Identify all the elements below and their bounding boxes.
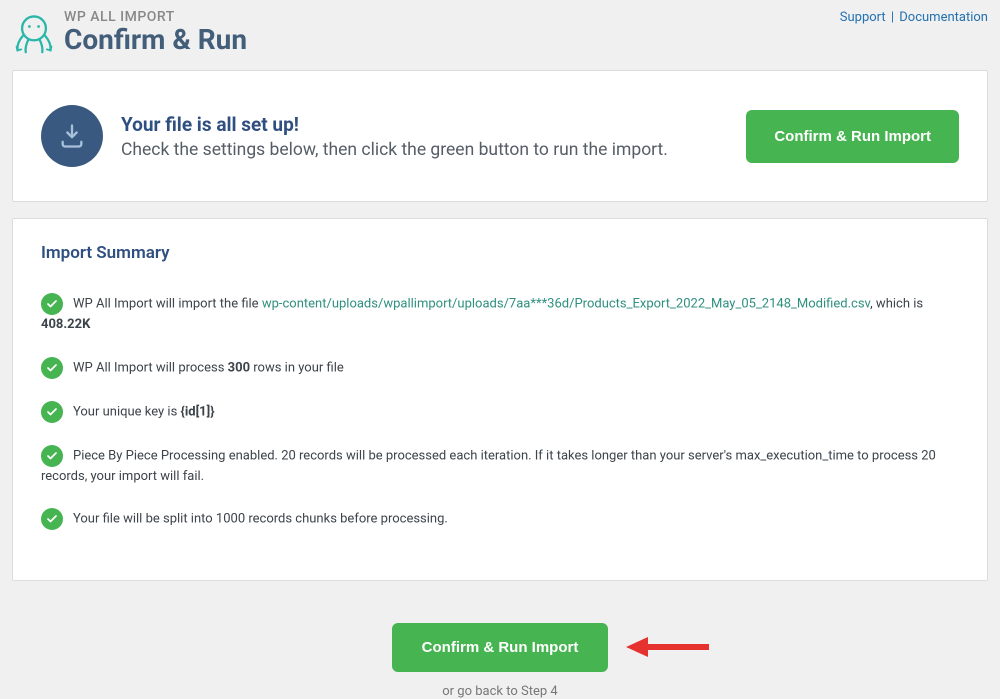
- hero-text: Your file is all set up! Check the setti…: [121, 113, 668, 160]
- hero-subtitle: Check the settings below, then click the…: [121, 140, 668, 160]
- summary-item-rows: WP All Import will process 300 rows in y…: [41, 357, 959, 379]
- annotation-arrow-icon: [624, 627, 714, 667]
- row-count: 300: [228, 360, 250, 375]
- summary-rows-text: WP All Import will process 300 rows in y…: [73, 360, 344, 375]
- link-separator: |: [886, 10, 900, 25]
- summary-key-text: Your unique key is {id[1]}: [73, 404, 215, 419]
- check-icon: [41, 293, 63, 315]
- check-icon: [41, 401, 63, 423]
- support-link[interactable]: Support: [840, 10, 886, 25]
- back-prefix: or go back to: [442, 684, 521, 699]
- summary-piece-text: Piece By Piece Processing enabled. 20 re…: [41, 448, 936, 484]
- summary-item-file: WP All Import will import the file wp-co…: [41, 293, 959, 335]
- check-icon: [41, 357, 63, 379]
- back-link-row: or go back to Step 4: [12, 684, 988, 699]
- page-header: WP ALL IMPORT Confirm & Run Support | Do…: [12, 10, 988, 54]
- file-path: wp-content/uploads/wpallimport/uploads/7…: [262, 296, 870, 311]
- wpallimport-logo-icon: [12, 10, 56, 54]
- brand: WP ALL IMPORT Confirm & Run: [12, 10, 247, 54]
- check-icon: [41, 508, 63, 530]
- summary-item-chunks: Your file will be split into 1000 record…: [41, 508, 959, 530]
- summary-file-text: WP All Import will import the file wp-co…: [41, 296, 923, 332]
- unique-key: {id[1]}: [181, 404, 215, 419]
- summary-item-key: Your unique key is {id[1]}: [41, 401, 959, 423]
- summary-heading: Import Summary: [41, 243, 959, 263]
- file-size: 408.22K: [41, 317, 90, 332]
- hero-left: Your file is all set up! Check the setti…: [41, 105, 668, 167]
- brand-text: WP ALL IMPORT Confirm & Run: [64, 10, 247, 54]
- page-title: Confirm & Run: [64, 25, 247, 54]
- top-links: Support | Documentation: [840, 10, 988, 25]
- summary-item-piece: Piece By Piece Processing enabled. 20 re…: [41, 445, 959, 487]
- confirm-run-button-top[interactable]: Confirm & Run Import: [746, 110, 959, 163]
- confirm-run-button-bottom[interactable]: Confirm & Run Import: [392, 623, 609, 672]
- summary-chunks-text: Your file will be split into 1000 record…: [73, 512, 448, 527]
- documentation-link[interactable]: Documentation: [899, 10, 988, 25]
- import-summary-panel: Import Summary WP All Import will import…: [12, 218, 988, 581]
- check-icon: [41, 445, 63, 467]
- hero-panel: Your file is all set up! Check the setti…: [12, 70, 988, 202]
- import-icon: [41, 105, 103, 167]
- hero-title: Your file is all set up!: [121, 113, 668, 136]
- bottom-actions: Confirm & Run Import or go back to Step …: [12, 623, 988, 699]
- back-to-step-link[interactable]: Step 4: [521, 684, 558, 699]
